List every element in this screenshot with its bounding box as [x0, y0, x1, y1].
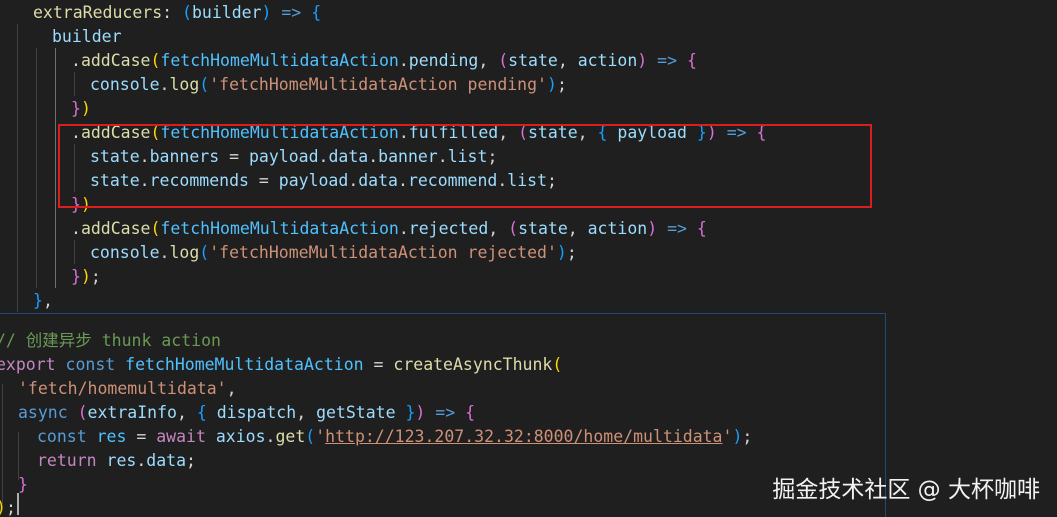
watermark: 掘金技术社区 @ 大杯咖啡 [772, 477, 1040, 503]
code-line: }, [33, 291, 53, 310]
code-line: builder [52, 25, 122, 49]
indent-guide [74, 72, 75, 96]
code-token: extraReducers [33, 3, 163, 22]
code-token: action [587, 219, 648, 238]
code-token: builder [52, 27, 122, 46]
code-token: addCase [80, 219, 151, 238]
highlight-box [58, 124, 872, 208]
code-line: .addCase(fetchHomeMultidataAction.reject… [71, 219, 707, 238]
code-token: fetchHomeMultidataAction [160, 51, 399, 70]
code-token: log [169, 243, 200, 262]
indent-guide [74, 240, 75, 264]
indent-guide [36, 48, 37, 288]
code-token: console [90, 243, 160, 262]
indent-guide [55, 48, 56, 288]
code-token: action [577, 51, 638, 70]
code-token: fetchHomeMultidataAction [160, 219, 399, 238]
code-line: }); [71, 267, 101, 286]
code-token: pending [408, 51, 479, 70]
code-line: }) [71, 99, 91, 118]
code-token: 'fetchHomeMultidataAction pending' [209, 75, 547, 94]
focus-frame [0, 313, 886, 517]
indent-guide [17, 24, 18, 312]
code-token: rejected [408, 219, 489, 238]
code-line: console.log('fetchHomeMultidataAction pe… [90, 75, 567, 94]
code-token: console [90, 75, 160, 94]
code-token: log [169, 75, 200, 94]
code-line: console.log('fetchHomeMultidataAction re… [90, 243, 577, 262]
code-token: state [508, 51, 558, 70]
code-token: addCase [80, 51, 151, 70]
code-line: .addCase(fetchHomeMultidataAction.pendin… [71, 51, 697, 70]
code-line: extraReducers: (builder) => { [33, 3, 322, 22]
code-token: state [518, 219, 568, 238]
code-editor[interactable]: extraReducers: (builder) => { builder .a… [0, 0, 1057, 517]
code-token: 'fetchHomeMultidataAction rejected' [209, 243, 557, 262]
code-token: builder [191, 3, 262, 22]
